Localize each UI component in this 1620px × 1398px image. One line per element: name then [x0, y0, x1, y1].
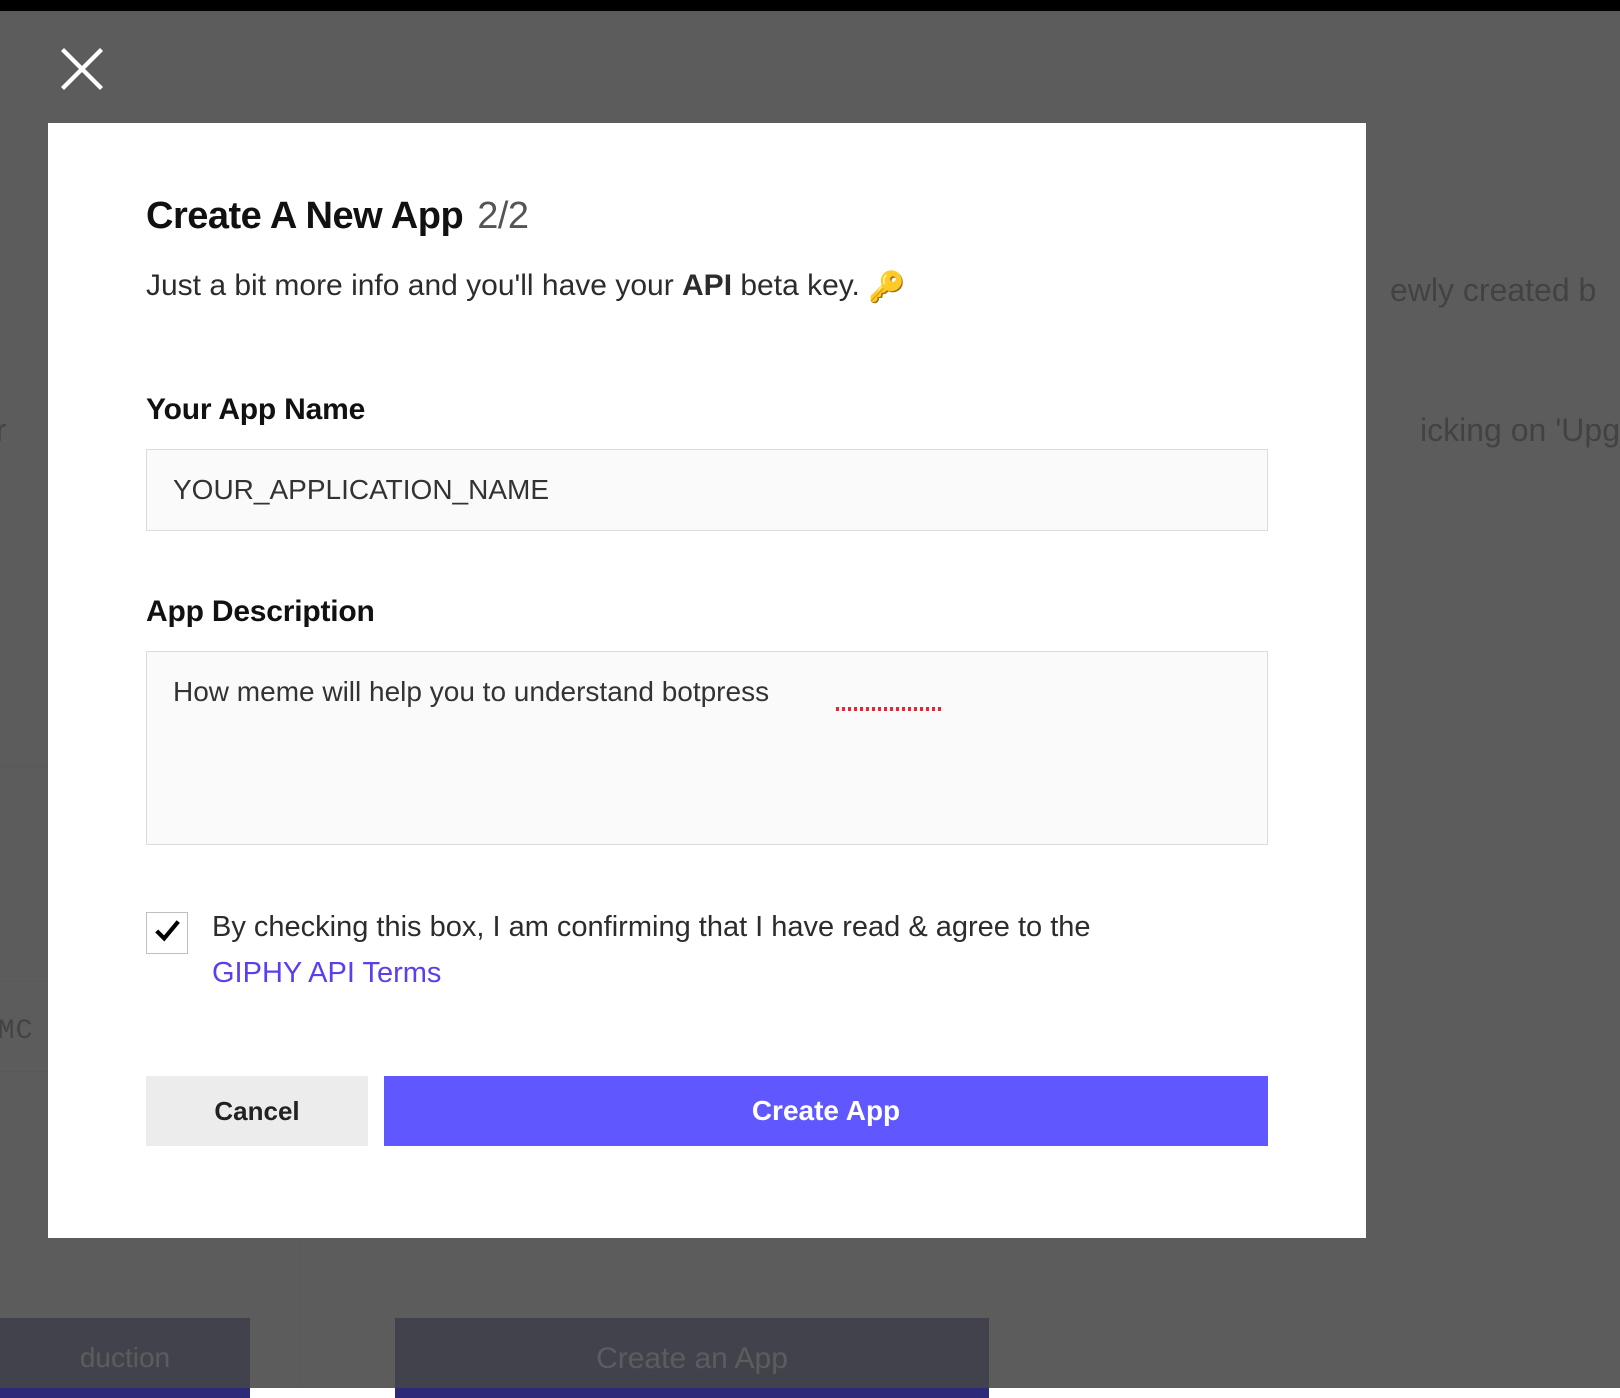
app-name-input[interactable]	[146, 449, 1268, 531]
cancel-button[interactable]: Cancel	[146, 1076, 368, 1146]
terms-link[interactable]: GIPHY API Terms	[212, 957, 441, 989]
modal-title: Create A New App 2/2	[146, 195, 1268, 238]
app-description-textarea[interactable]	[146, 651, 1268, 845]
subtitle-text: beta key.	[732, 269, 868, 302]
terms-sentence: By checking this box, I am confirming th…	[212, 911, 1091, 943]
create-app-modal: Create A New App 2/2 Just a bit more inf…	[48, 123, 1366, 1238]
modal-overlay[interactable]: Create A New App 2/2 Just a bit more inf…	[0, 11, 1620, 1388]
modal-button-row: Cancel Create App	[146, 1076, 1268, 1146]
modal-title-text: Create A New App	[146, 195, 463, 237]
create-app-button[interactable]: Create App	[384, 1076, 1268, 1146]
close-icon	[56, 43, 108, 100]
terms-row: By checking this box, I am confirming th…	[146, 904, 1268, 997]
page-top-strip	[0, 0, 1620, 11]
modal-step-indicator: 2/2	[477, 195, 528, 237]
terms-checkbox[interactable]	[146, 912, 188, 954]
app-name-label: Your App Name	[146, 393, 1268, 427]
spellcheck-underline	[836, 707, 942, 711]
subtitle-bold: API	[682, 269, 732, 302]
modal-subtitle: Just a bit more info and you'll have you…	[146, 266, 1268, 307]
key-icon: 🔑	[868, 268, 905, 309]
terms-text: By checking this box, I am confirming th…	[212, 904, 1091, 997]
close-button[interactable]	[54, 43, 110, 99]
checkmark-icon	[152, 915, 182, 950]
app-description-label: App Description	[146, 595, 1268, 629]
subtitle-text: Just a bit more info and you'll have you…	[146, 269, 682, 302]
